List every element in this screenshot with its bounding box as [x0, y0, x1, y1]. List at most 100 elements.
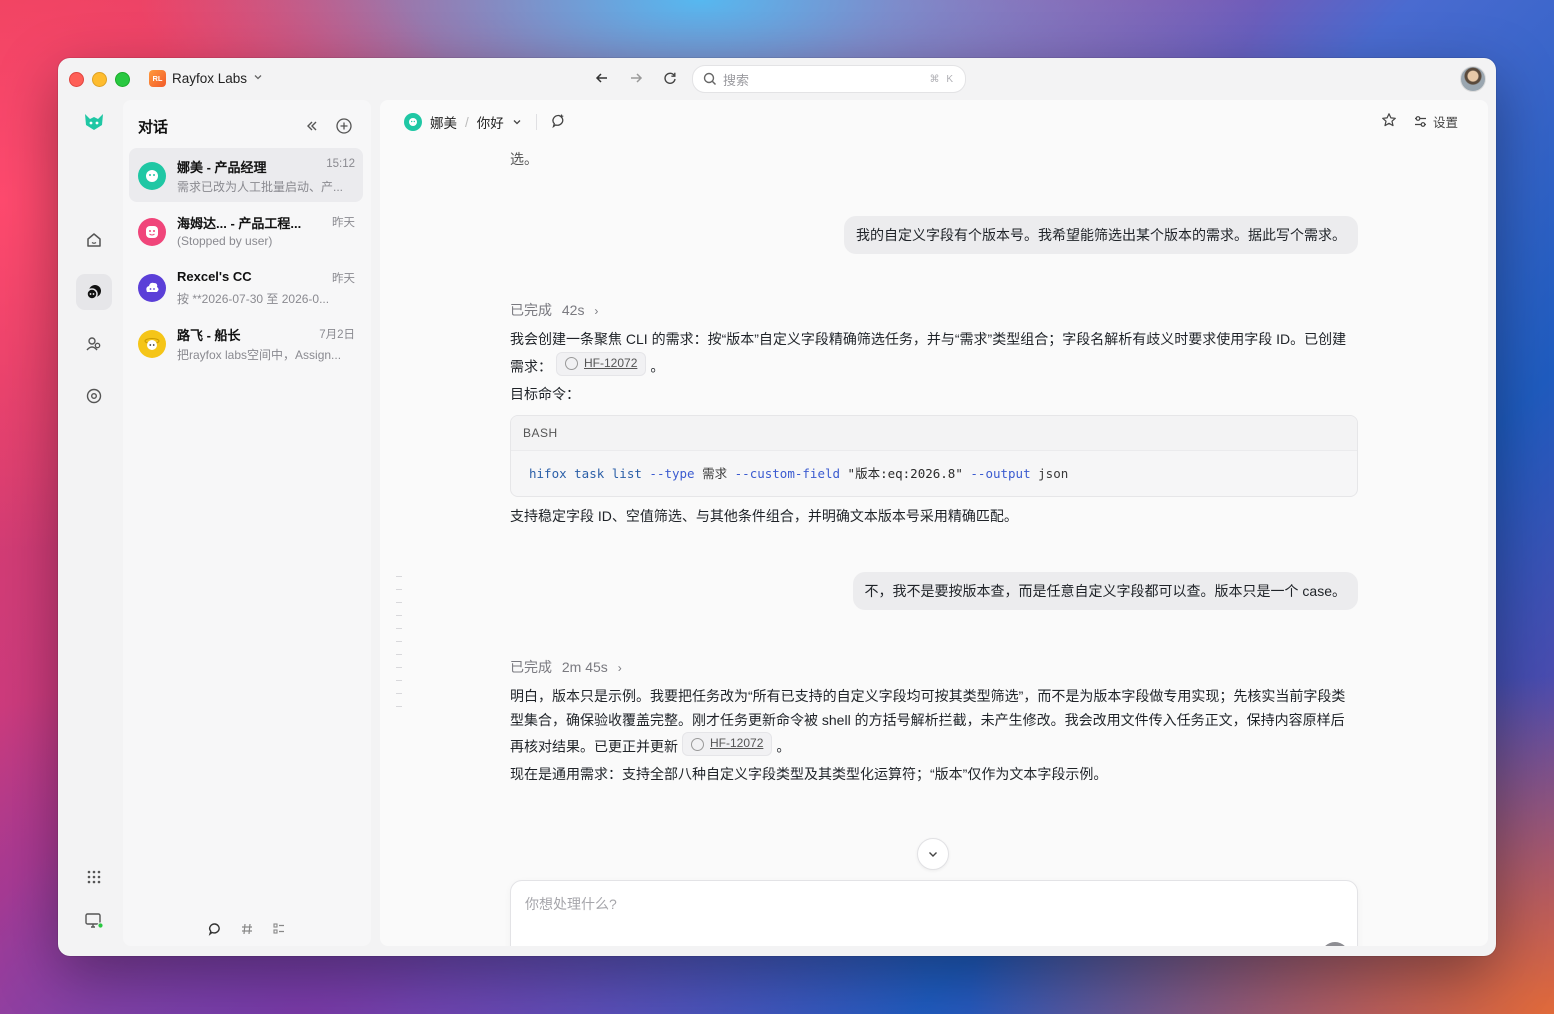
- send-button[interactable]: [1321, 942, 1349, 946]
- conversation-name: 海姆达... - 产品工程...: [177, 216, 302, 231]
- thread-title[interactable]: 你好: [477, 112, 504, 132]
- collapse-panel-icon[interactable]: [302, 116, 322, 136]
- settings-gear-icon[interactable]: [76, 378, 112, 414]
- conversation-name: Rexcel's CC: [177, 269, 252, 284]
- conversation-name: 娜美 - 产品经理: [177, 160, 267, 175]
- conversation-preview: 需求已改为人工批量启动、产...: [177, 180, 344, 194]
- message-fragment: 选。: [510, 151, 538, 167]
- code-value: 需求: [702, 466, 728, 481]
- ticket-id: HF-12072: [584, 355, 638, 370]
- message-text: 明白，版本只是示例。我要把任务改为“所有已支持的自定义字段均可按其类型筛选”，而…: [510, 688, 1346, 755]
- code-block: BASH hifox task list --type 需求 --custom-…: [510, 415, 1358, 497]
- user-message: 不，我不是要按版本查，而是任意自定义字段都可以查。版本只是一个 case。: [852, 572, 1358, 610]
- code-command: hifox task list: [529, 466, 642, 481]
- apps-grid-icon[interactable]: [76, 859, 112, 895]
- assistant-message: 支持稳定字段 ID、空值筛选、与其他条件组合，并明确文本版本号采用精确匹配。: [510, 508, 1018, 524]
- conversation-panel-title: 对话: [138, 119, 169, 136]
- agent-avatar: [138, 330, 166, 358]
- code-content[interactable]: hifox task list --type 需求 --custom-field…: [511, 451, 1357, 494]
- assistant-message: 我会创建一条聚焦 CLI 的需求：按“版本”自定义字段精确筛选任务，并与“需求”…: [510, 328, 1358, 379]
- run-status[interactable]: 已完成 42s ›: [510, 300, 598, 320]
- run-status[interactable]: 已完成 2m 45s ›: [510, 657, 622, 677]
- conversation-time: 昨天: [332, 217, 355, 229]
- conversation-item-luffy[interactable]: 路飞 - 船长 7月2日 把rayfox labs空间中，Assign...: [129, 316, 363, 370]
- desktop-status-icon[interactable]: [76, 903, 112, 939]
- conversation-time: 昨天: [332, 273, 355, 285]
- search-placeholder: 搜索: [723, 72, 750, 88]
- message-text: 。: [776, 738, 791, 755]
- breadcrumb-separator: /: [465, 114, 469, 130]
- zoom-window-button[interactable]: [115, 72, 130, 87]
- status-duration: 42s: [561, 302, 585, 318]
- conversation-item-nami[interactable]: 娜美 - 产品经理 15:12 需求已改为人工批量启动、产...: [129, 148, 363, 202]
- conversation-item-heimdall[interactable]: 海姆达... - 产品工程... 昨天 (Stopped by user): [129, 204, 363, 258]
- conversation-panel: 对话 娜美 - 产品经理 15:12 需求已改为人工批量启动、产... 海姆达.…: [123, 100, 371, 946]
- chat-main: 娜美 / 你好 设置 选。 我的自定义字段有个版本号。我希望能筛选出某个版本的需…: [380, 100, 1488, 946]
- back-arrow-icon[interactable]: [592, 68, 612, 88]
- sliders-icon: [1414, 116, 1426, 127]
- forward-arrow-icon[interactable]: [626, 68, 646, 88]
- status-circle-icon: [691, 737, 704, 751]
- agent-avatar: [404, 113, 422, 131]
- close-window-button[interactable]: [69, 72, 84, 87]
- home-icon[interactable]: [76, 222, 112, 258]
- code-value: "版本:eq:2026.8": [847, 466, 963, 481]
- search-icon: [703, 72, 717, 86]
- chat-bubble-icon[interactable]: [206, 920, 224, 938]
- assistant-message: 明白，版本只是示例。我要把任务改为“所有已支持的自定义字段均可按其类型筛选”，而…: [510, 685, 1358, 759]
- agent-avatar: [138, 274, 166, 302]
- nav-rail: [68, 100, 121, 946]
- scroll-to-bottom-button[interactable]: [917, 838, 949, 870]
- agent-name[interactable]: 娜美: [430, 112, 457, 132]
- star-icon[interactable]: [1381, 112, 1397, 131]
- app-logo-icon[interactable]: [76, 104, 112, 140]
- scroll-indicator: [396, 576, 404, 719]
- message-input[interactable]: [523, 895, 1227, 913]
- breadcrumb: 娜美 / 你好: [404, 112, 567, 132]
- code-flag: --custom-field: [734, 466, 841, 481]
- refresh-icon[interactable]: [660, 68, 680, 88]
- chevron-down-icon: [253, 72, 263, 85]
- app-window: RL Rayfox Labs 搜索 ⌘ K 对话 娜美 - 产品经理 15:12…: [58, 58, 1496, 956]
- message-text: 。: [650, 358, 665, 374]
- chevron-right-icon: ›: [594, 304, 599, 318]
- assistant-message: 目标命令：: [510, 386, 580, 402]
- chevron-down-icon: [929, 852, 937, 857]
- contacts-icon[interactable]: [76, 326, 112, 362]
- workspace-switcher[interactable]: RL Rayfox Labs: [149, 68, 263, 88]
- global-search[interactable]: 搜索 ⌘ K: [692, 65, 966, 93]
- chat-icon[interactable]: [76, 274, 112, 310]
- ticket-chip[interactable]: HF-12072: [556, 351, 647, 376]
- code-value: json: [1038, 466, 1069, 481]
- search-shortcut: ⌘ K: [929, 73, 955, 85]
- title-bar: RL Rayfox Labs 搜索 ⌘ K: [58, 58, 1496, 98]
- status-label: 已完成: [510, 302, 552, 318]
- conversation-preview: 把rayfox labs空间中，Assign...: [177, 348, 342, 362]
- chevron-down-icon[interactable]: [512, 115, 522, 130]
- assistant-message: 现在是通用需求：支持全部八种自定义字段类型及其类型化运算符；“版本”仅作为文本字…: [510, 766, 1108, 782]
- message-list: 选。 我的自定义字段有个版本号。我希望能筛选出某个版本的需求。据此写个需求。 已…: [380, 144, 1488, 946]
- list-icon[interactable]: [270, 920, 288, 938]
- code-flag: --type: [649, 466, 695, 481]
- ticket-chip[interactable]: HF-12072: [682, 732, 773, 756]
- new-conversation-icon[interactable]: [334, 116, 354, 136]
- settings-button[interactable]: 设置: [1413, 112, 1458, 131]
- status-duration: 2m 45s: [561, 659, 608, 675]
- conversation-time: 15:12: [326, 158, 355, 170]
- workspace-name: Rayfox Labs: [172, 70, 248, 86]
- minimize-window-button[interactable]: [92, 72, 107, 87]
- new-thread-icon[interactable]: [551, 113, 567, 132]
- ticket-id: HF-12072: [710, 736, 764, 751]
- chevron-right-icon: ›: [617, 661, 622, 675]
- hashtag-icon[interactable]: [238, 920, 256, 938]
- user-avatar[interactable]: [1460, 66, 1486, 92]
- code-flag: --output: [970, 466, 1031, 481]
- divider: [535, 114, 537, 130]
- conversation-item-rexcel[interactable]: Rexcel's CC 昨天 按 **2026-07-30 至 2026-0..…: [129, 260, 363, 314]
- agent-avatar: [138, 218, 166, 246]
- topbar-actions: 设置: [1381, 112, 1458, 131]
- user-message: 我的自定义字段有个版本号。我希望能筛选出某个版本的需求。据此写个需求。: [844, 216, 1358, 254]
- settings-label: 设置: [1432, 116, 1458, 130]
- conversation-name: 路飞 - 船长: [177, 328, 241, 343]
- code-language: BASH: [511, 416, 1357, 451]
